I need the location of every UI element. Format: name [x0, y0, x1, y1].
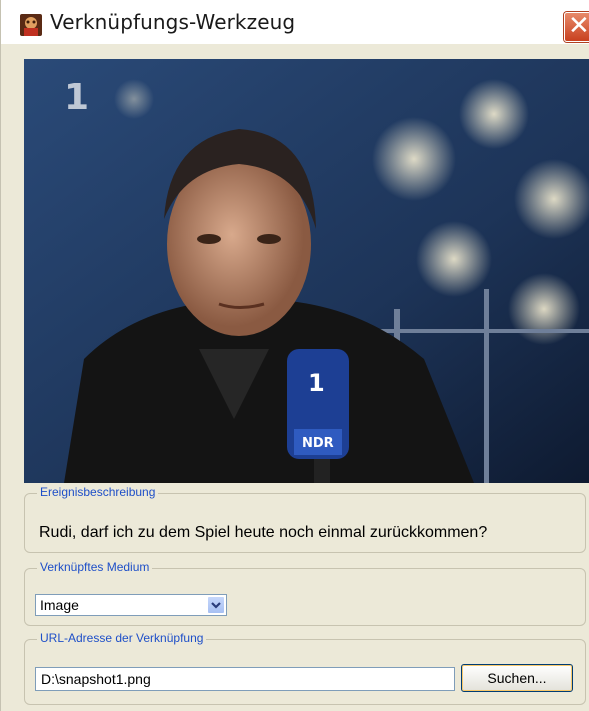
svg-text:NDR: NDR — [302, 436, 334, 451]
url-group: URL-Adresse der Verknüpfung D:\snapshot1… — [24, 631, 586, 705]
url-input[interactable]: D:\snapshot1.png — [35, 667, 455, 691]
window: Verknüpfungs-Werkzeug ✕ 1 NDR 1 Ereignis… — [0, 0, 589, 711]
event-description-group: Ereignisbeschreibung Rudi, darf ich zu d… — [24, 485, 586, 553]
medium-select[interactable]: Image — [35, 594, 227, 616]
close-icon: ✕ — [568, 11, 589, 41]
svg-text:1: 1 — [64, 77, 89, 118]
tv-frame-image: 1 NDR 1 — [24, 59, 589, 483]
browse-button-label: Suchen... — [487, 670, 547, 686]
close-button[interactable]: ✕ — [564, 11, 589, 42]
url-legend: URL-Adresse der Verknüpfung — [37, 631, 207, 645]
medium-select-value: Image — [40, 597, 79, 613]
url-input-value: D:\snapshot1.png — [41, 671, 151, 687]
window-title: Verknüpfungs-Werkzeug — [50, 10, 296, 34]
title-bar: Verknüpfungs-Werkzeug ✕ — [1, 0, 589, 44]
video-frame: 1 NDR 1 — [24, 59, 589, 483]
browse-button[interactable]: Suchen... — [461, 664, 573, 692]
app-icon — [20, 14, 42, 36]
chevron-down-icon[interactable] — [207, 596, 225, 614]
event-description-text: Rudi, darf ich zu dem Spiel heute noch e… — [39, 524, 488, 541]
svg-text:1: 1 — [308, 369, 325, 397]
event-description-legend: Ereignisbeschreibung — [37, 485, 159, 499]
linked-medium-legend: Verknüpftes Medium — [37, 560, 153, 574]
linked-medium-group: Verknüpftes Medium Image — [24, 560, 586, 626]
